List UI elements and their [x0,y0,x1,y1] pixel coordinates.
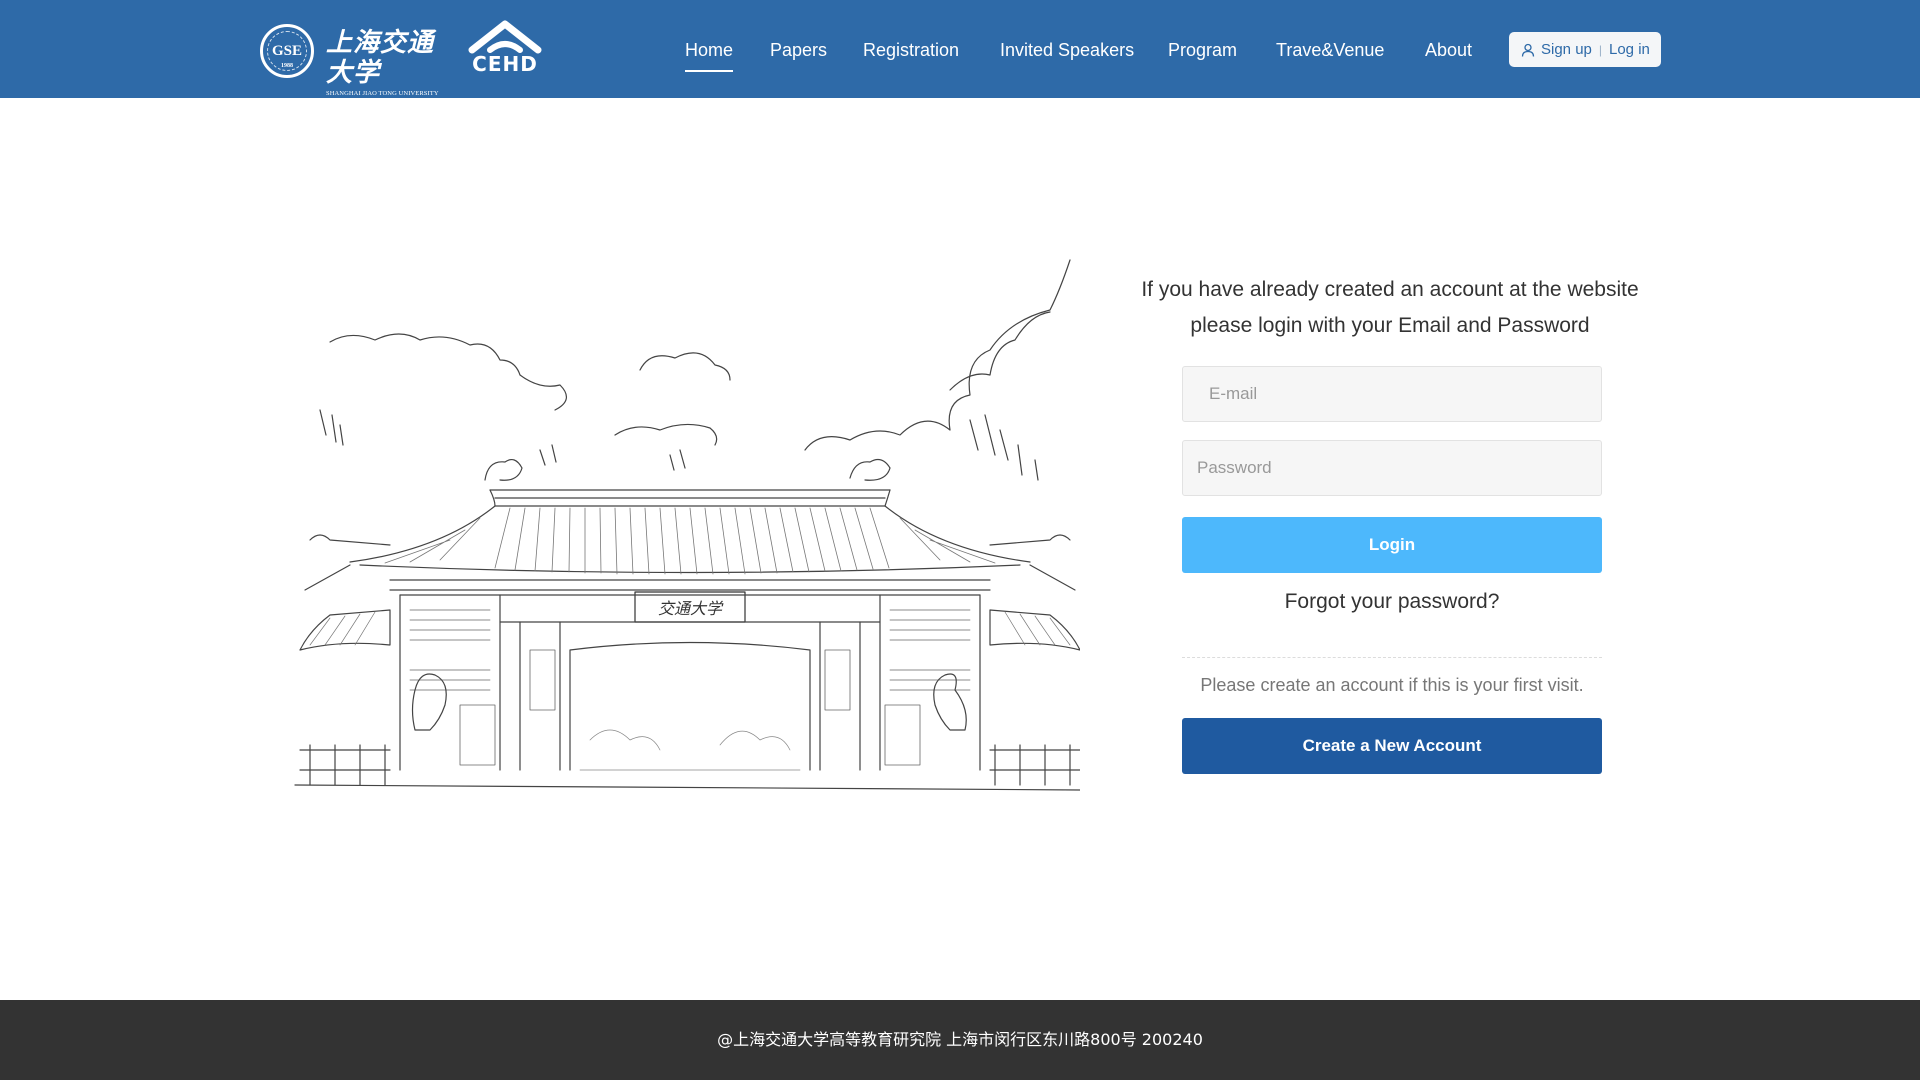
login-button[interactable]: Login [1182,517,1602,573]
gate-plaque-text: 交通大学 [658,600,724,618]
campus-gate-illustration: 交通大学 [290,250,1086,800]
sjtu-logo[interactable]: 上海交通大学 SHANGHAI JIAO TONG UNIVERSITY [326,28,450,97]
nav-item-papers[interactable]: Papers [770,38,827,62]
forgot-password-link[interactable]: Forgot your password? [1182,587,1602,617]
sjtu-logo-en: SHANGHAI JIAO TONG UNIVERSITY [326,90,439,97]
nav-item-home[interactable]: Home [685,38,734,72]
footer: @上海交通大学高等教育研究院 上海市闵行区东川路800号 200240 [0,1000,1920,1080]
create-account-button[interactable]: Create a New Account [1182,718,1602,774]
gse-logo-year: 1988 [281,63,293,69]
email-field[interactable] [1182,366,1602,422]
top-nav-bar: GSE 1988 上海交通大学 SHANGHAI JIAO TONG UNIVE… [0,0,1920,98]
login-link[interactable]: Log in [1609,41,1650,58]
divider [1182,657,1602,658]
nav-item-program[interactable]: Program [1168,38,1237,62]
auth-box: Sign up | Log in [1509,32,1661,67]
password-field[interactable] [1182,440,1602,496]
signup-link[interactable]: Sign up [1541,41,1592,58]
nav-item-registration[interactable]: Registration [863,38,959,62]
nav-item-invited-speakers[interactable]: Invited Speakers [1000,38,1134,62]
cehd-logo-text: CEHD [472,52,538,76]
nav-item-about[interactable]: About [1425,38,1472,62]
gse-logo[interactable]: GSE 1988 [260,24,314,78]
nav-item-travel-venue[interactable]: Trave&Venue [1276,38,1384,62]
user-icon [1521,43,1535,57]
first-visit-note: Please create an account if this is your… [1200,675,1584,695]
login-intro-line-1: If you have already created an account a… [1141,278,1639,301]
login-intro-line-2: please login with your Email and Passwor… [1190,314,1590,337]
auth-separator: | [1598,42,1602,57]
gse-logo-text: GSE [271,42,302,59]
sjtu-logo-cn: 上海交通大学 [326,28,435,87]
login-intro: If you have already created an account a… [1130,272,1650,344]
footer-address: @上海交通大学高等教育研究院 上海市闵行区东川路800号 200240 [717,1030,1203,1049]
cehd-logo[interactable]: CEHD [468,20,542,74]
cehd-roof-icon [468,20,542,54]
gate-sketch-image: 交通大学 [294,259,1086,791]
